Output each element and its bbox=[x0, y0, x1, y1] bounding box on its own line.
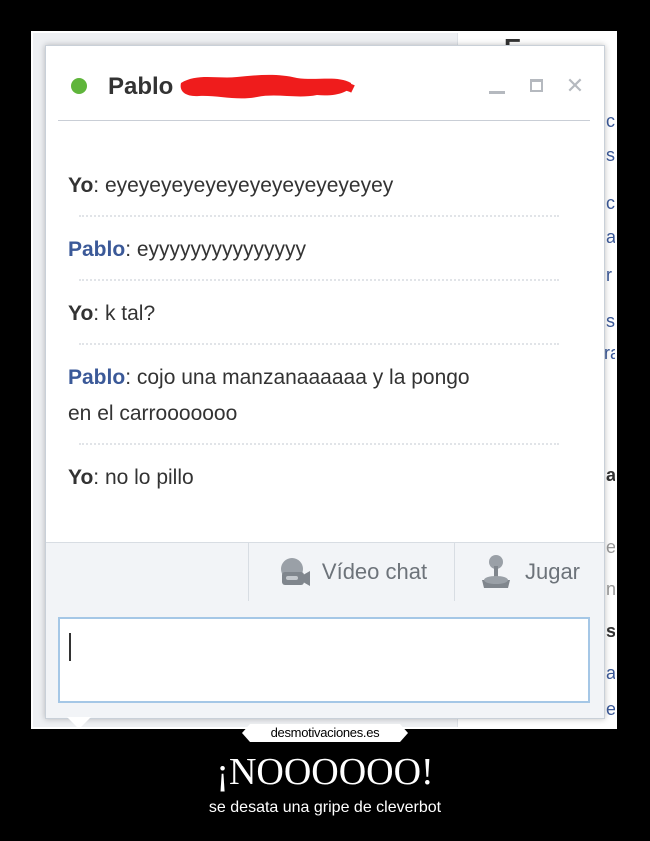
text-caret bbox=[69, 633, 71, 661]
redaction-scribble bbox=[180, 74, 355, 99]
close-icon[interactable]: ✕ bbox=[564, 75, 586, 97]
watermark: desmotivaciones.es bbox=[242, 724, 408, 742]
message-text: : eyyyyyyyyyyyyyyy bbox=[125, 238, 307, 261]
message: Yo: k tal? bbox=[68, 296, 548, 332]
background-text: c bbox=[606, 111, 615, 131]
chat-window: Pablo ✕ Yo: eyeyeyeyeyeyeyeyeyeyeyeyey P… bbox=[45, 45, 605, 719]
message: Pablo: eyyyyyyyyyyyyyyy bbox=[68, 232, 548, 268]
message-input[interactable] bbox=[58, 617, 590, 703]
video-chat-button[interactable]: Vídeo chat bbox=[249, 543, 454, 601]
message-text: : k tal? bbox=[93, 302, 156, 325]
message-text-continued: en el carrooooooo bbox=[68, 402, 238, 425]
poster-title: ¡NOOOOOO! bbox=[216, 751, 434, 793]
background-text: n bbox=[606, 579, 615, 600]
message-sender: Pablo bbox=[68, 238, 126, 261]
message-list: Yo: eyeyeyeyeyeyeyeyeyeyeyeyey Pablo: ey… bbox=[46, 122, 604, 542]
background-text: c bbox=[606, 193, 615, 213]
header-divider bbox=[58, 120, 590, 121]
contact-name: Pablo bbox=[108, 73, 174, 100]
background-text: a bbox=[606, 663, 615, 684]
message-text: : cojo una manzanaaaaaa y la pongo bbox=[125, 366, 470, 389]
poster-subtitle: se desata una gripe de cleverbot bbox=[208, 799, 442, 816]
message-sender: Yo bbox=[68, 174, 94, 197]
background-text: a bbox=[606, 227, 615, 248]
message: Pablo: cojo una manzanaaaaaa y la pongo e… bbox=[68, 360, 548, 432]
poster-image-frame: c s c a r s ra a el n s a e E Pablo bbox=[31, 31, 617, 729]
message-sender: Pablo bbox=[68, 366, 126, 389]
message-divider bbox=[79, 279, 559, 281]
background-text: e bbox=[606, 699, 615, 720]
background-text: s bbox=[606, 621, 615, 642]
chat-pointer-tail bbox=[67, 717, 91, 727]
background-text: el bbox=[606, 537, 615, 558]
message-divider bbox=[79, 443, 559, 445]
message-divider bbox=[79, 343, 559, 345]
screenshot-photo: c s c a r s ra a el n s a e E Pablo bbox=[33, 33, 615, 727]
background-text: a bbox=[606, 465, 615, 486]
message-divider bbox=[79, 215, 559, 217]
online-status-icon bbox=[71, 78, 87, 94]
play-label: Jugar bbox=[524, 559, 581, 584]
video-chat-label: Vídeo chat bbox=[321, 559, 428, 584]
background-text: r bbox=[606, 265, 612, 285]
chat-header[interactable]: Pablo ✕ bbox=[46, 46, 604, 120]
message-text: : no lo pillo bbox=[93, 466, 194, 489]
minimize-icon[interactable] bbox=[486, 75, 508, 97]
joystick-icon bbox=[481, 555, 510, 588]
message-sender: Yo bbox=[68, 302, 94, 325]
maximize-icon[interactable] bbox=[527, 75, 549, 97]
background-text: ra bbox=[604, 343, 615, 363]
input-area bbox=[46, 601, 604, 718]
message: Yo: eyeyeyeyeyeyeyeyeyeyeyeyey bbox=[68, 168, 548, 204]
chat-toolbar: Vídeo chat Jugar bbox=[46, 542, 604, 602]
play-button[interactable]: Jugar bbox=[455, 543, 604, 601]
message-sender: Yo bbox=[68, 466, 94, 489]
message-text: : eyeyeyeyeyeyeyeyeyeyeyeyey bbox=[93, 174, 394, 197]
background-text: s bbox=[606, 145, 615, 165]
message: Yo: no lo pillo bbox=[68, 460, 548, 496]
video-camera-icon bbox=[280, 558, 310, 586]
background-text: s bbox=[606, 311, 615, 331]
